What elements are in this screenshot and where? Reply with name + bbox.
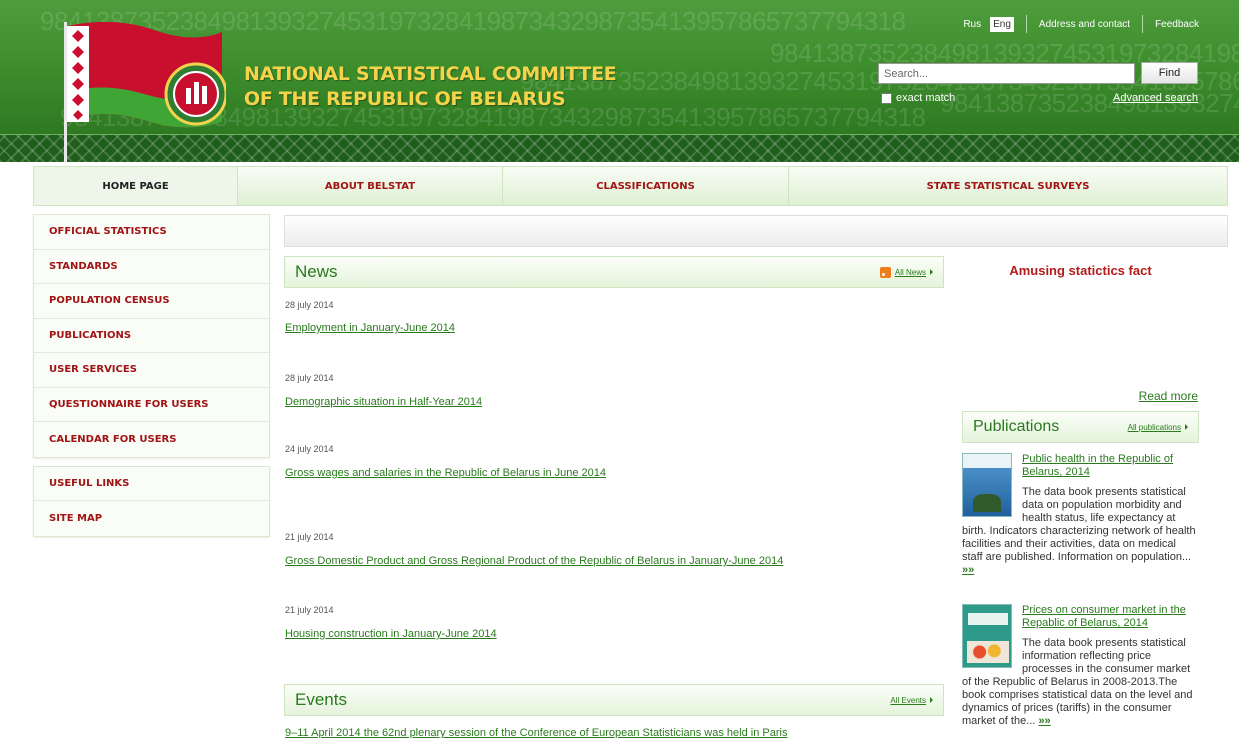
site-title: NATIONAL STATISTICAL COMMITTEE OF THE RE… [244,62,617,112]
belarus-flag-emblem-logo[interactable] [64,22,226,130]
events-header: Events All Events [284,684,944,716]
divider [1142,15,1144,33]
nav-classifications[interactable]: CLASSIFICATIONS [503,167,789,205]
news-date: 21 july 2014 [285,605,334,615]
sidebar-item-publications[interactable]: PUBLICATIONS [34,319,269,353]
nav-about-belstat[interactable]: ABOUT BELSTAT [238,167,503,205]
lang-rus-link[interactable]: Rus [960,17,984,32]
event-link[interactable]: 9–11 April 2014 the 62nd plenary session… [285,727,787,738]
sidebar-group-extra: USEFUL LINKS SITE MAP [33,465,270,537]
lang-eng-link[interactable]: Eng [990,16,1014,32]
search-input[interactable] [878,63,1135,84]
exact-match-label: exact match [896,92,956,104]
arrow-right-icon [1185,424,1188,430]
news-title: News [295,262,338,281]
sidebar-item-official-statistics[interactable]: OFFICIAL STATISTICS [34,215,269,250]
all-publications-link[interactable]: All publications [1128,423,1188,432]
site-title-line1: NATIONAL STATISTICAL COMMITTEE [244,63,617,85]
sidebar-item-standards[interactable]: STANDARDS [34,250,269,284]
nav-state-statistical-surveys[interactable]: STATE STATISTICAL SURVEYS [789,167,1227,205]
all-events-link[interactable]: All Events [890,696,933,705]
news-date: 21 july 2014 [285,532,334,542]
news-date: 24 july 2014 [285,444,334,454]
sidebar: OFFICIAL STATISTICS STANDARDS POPULATION… [33,214,270,545]
publication-cover-image[interactable] [962,453,1012,517]
content-top-strip [284,215,1228,247]
sidebar-group-main: OFFICIAL STATISTICS STANDARDS POPULATION… [33,214,270,458]
sidebar-item-population-census[interactable]: POPULATION CENSUS [34,284,269,319]
publications-header: Publications All publications [962,411,1199,443]
sidebar-item-site-map[interactable]: SITE MAP [34,501,269,536]
all-events-label[interactable]: All Events [890,696,926,705]
site-header: 9841387352384981393274531973284198734329… [0,0,1239,162]
rss-icon[interactable] [879,266,891,278]
read-more-link[interactable]: Read more [1139,389,1198,403]
checkbox-icon[interactable] [881,92,892,104]
news-link[interactable]: Demographic situation in Half-Year 2014 [285,396,482,408]
advanced-search-link[interactable]: Advanced search [1113,92,1198,104]
site-title-line2: OF THE REPUBLIC OF BELARUS [244,88,566,110]
all-publications-label[interactable]: All publications [1128,423,1181,432]
events-title: Events [295,690,347,709]
publication-more-link[interactable]: »» [962,564,974,576]
header-ornament-band [0,134,1239,162]
main-nav: HOME PAGE ABOUT BELSTAT CLASSIFICATIONS … [33,166,1228,206]
nav-home-page[interactable]: HOME PAGE [34,167,238,205]
arrow-right-icon [930,697,933,703]
news-header: News All News [284,256,944,288]
publication-item: Prices on consumer market in the Repabli… [962,604,1199,728]
news-link[interactable]: Gross Domestic Product and Gross Regiona… [285,555,783,567]
news-date: 28 july 2014 [285,373,334,383]
find-button[interactable]: Find [1141,62,1198,84]
sidebar-item-useful-links[interactable]: USEFUL LINKS [34,467,269,501]
news-link[interactable]: Gross wages and salaries in the Republic… [285,467,606,479]
sidebar-item-calendar[interactable]: CALENDAR FOR USERS [34,422,269,457]
sidebar-item-questionnaire[interactable]: QUESTIONNAIRE FOR USERS [34,388,269,422]
all-news-link[interactable]: All News [879,266,933,278]
divider [1025,15,1027,33]
news-link[interactable]: Housing construction in January-June 201… [285,628,497,640]
top-utility-bar: Rus Eng Address and contact Feedback [960,15,1199,33]
amusing-fact-title: Amusing statictics fact [1009,263,1152,278]
address-contact-link[interactable]: Address and contact [1039,19,1130,30]
sidebar-item-user-services[interactable]: USER SERVICES [34,353,269,388]
news-link[interactable]: Employment in January-June 2014 [285,322,455,334]
arrow-right-icon [930,269,933,275]
publication-item: Public health in the Republic of Belarus… [962,453,1199,577]
publication-more-link[interactable]: »» [1038,715,1050,727]
all-news-label[interactable]: All News [895,268,926,277]
publications-title: Publications [973,418,1060,435]
exact-match-checkbox[interactable]: exact match [881,92,955,104]
news-date: 28 july 2014 [285,300,334,310]
publication-cover-image[interactable] [962,604,1012,668]
feedback-link[interactable]: Feedback [1155,19,1199,30]
